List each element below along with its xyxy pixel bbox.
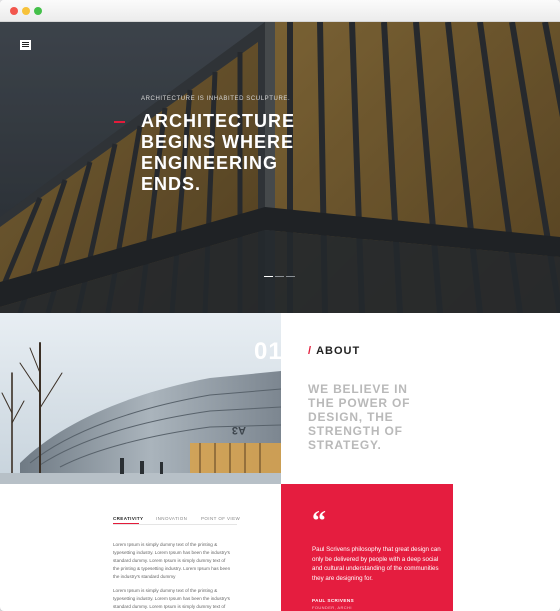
about-building-photo: A3	[0, 313, 281, 484]
close-window-button[interactable]	[10, 7, 18, 15]
hero-tagline: Architecture is inhabited sculpture.	[141, 96, 291, 102]
tab-creativity[interactable]: CREATIVITY	[113, 516, 143, 521]
tab-paragraph: Lorem Ipsum is simply dummy text of the …	[113, 542, 231, 579]
quote-author: PAUL SCRIVENS	[312, 598, 355, 603]
quote-icon: “	[312, 506, 326, 537]
slider-indicator-3[interactable]	[286, 276, 295, 277]
about-heading-marker: /	[308, 345, 313, 357]
maximize-window-button[interactable]	[34, 7, 42, 15]
tab-paragraph: Lorem Ipsum is simply dummy text of the …	[113, 588, 230, 609]
hero-title: ARCHITECTURE BEGINS WHERE ENGINEERING EN…	[141, 111, 331, 195]
tabs-divider	[113, 524, 237, 525]
hero-slider-indicators	[264, 276, 297, 294]
slider-indicator-2[interactable]	[275, 276, 284, 277]
tab-innovation[interactable]: INNOVATION	[156, 516, 187, 521]
about-heading-label: ABOUT	[316, 345, 361, 357]
hero-title-line: ENGINEERING	[141, 153, 279, 173]
hero-title-line: BEGINS WHERE	[141, 132, 295, 152]
about-heading: / ABOUT	[308, 345, 360, 357]
minimize-window-button[interactable]	[22, 7, 30, 15]
about-section-number: 01	[254, 338, 281, 365]
slider-indicator-1[interactable]	[264, 276, 273, 277]
quote-text: Paul Scrivens philosophy that great desi…	[312, 546, 441, 582]
hero-title-line: ARCHITECTURE	[141, 111, 295, 131]
hero-accent-dash	[114, 121, 125, 123]
hamburger-menu-icon[interactable]	[20, 40, 31, 50]
hero-title-line: ENDS.	[141, 174, 202, 194]
about-statement: WE BELIEVE IN THE POWER OF DESIGN, THE S…	[308, 382, 411, 452]
svg-text:A3: A3	[232, 424, 246, 436]
tab-point-of-view[interactable]: POINT OF VIEW	[201, 516, 240, 521]
quote-author-role: FOUNDER, ARCHI	[312, 605, 352, 610]
browser-window: Architecture is inhabited sculpture. ARC…	[0, 0, 560, 611]
window-titlebar	[0, 0, 560, 22]
